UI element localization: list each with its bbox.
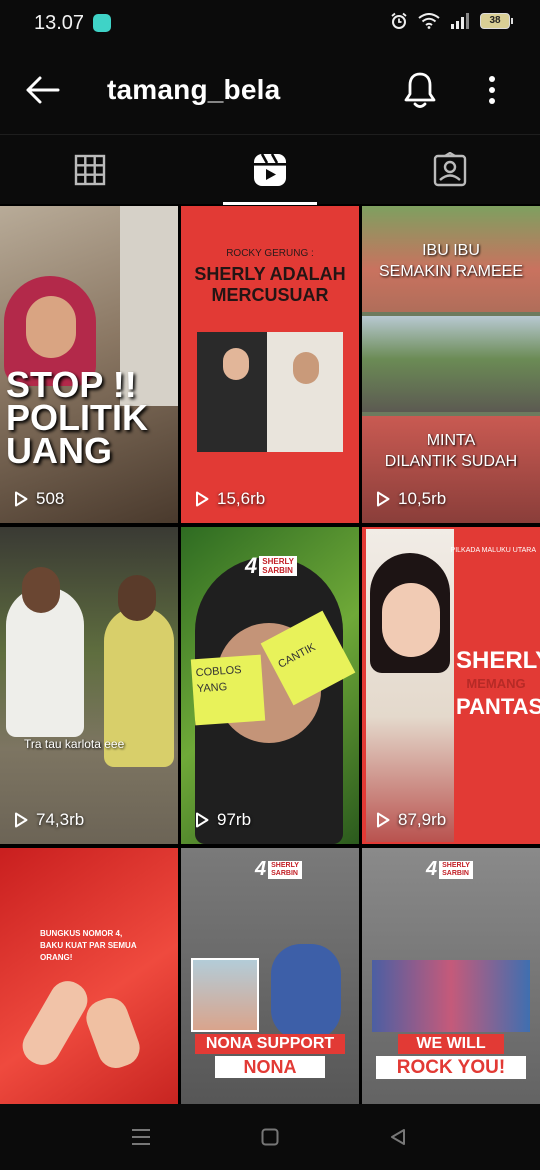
view-count-label: 97rb [217, 810, 252, 829]
headline-line: SHERLY [456, 647, 540, 674]
reel-overlay-text: STOP !! POLITIK UANG [6, 367, 148, 471]
reel-banner: NONA SUPPORT NONA [195, 1034, 345, 1078]
reels-grid: STOP !! POLITIK UANG 508 ROCKY GERUNG : … [0, 206, 540, 1165]
reel-person-face [22, 567, 60, 613]
profile-tabs [0, 134, 540, 205]
headline-line: MERCUSUAR [211, 285, 329, 305]
badge-text: SHERLY SARBIN [268, 860, 302, 879]
headline-line: PANTAS [456, 694, 540, 719]
view-count-label: 508 [36, 489, 65, 508]
tab-posts[interactable] [0, 135, 180, 205]
play-icon [15, 491, 28, 507]
caption-line: MINTA [426, 432, 476, 449]
banner-line: ROCK YOU! [376, 1056, 526, 1079]
reel-hand-figure [16, 974, 94, 1072]
reel-thumbnail[interactable]: Tra tau karlota eee 74,3rb [0, 527, 178, 844]
caption-line: IBU IBU [422, 242, 480, 259]
home-icon[interactable] [261, 1128, 279, 1146]
badge-number: 4 [245, 553, 258, 578]
reel-thumbnail[interactable]: IBU IBU SEMAKIN RAMEEE MINTA DILANTIK SU… [362, 206, 540, 523]
reel-headline: SHERLY ADALAH MERCUSUAR [181, 264, 359, 306]
reel-view-count: 508 [14, 489, 64, 509]
alarm-icon [391, 12, 407, 29]
back-nav-icon[interactable] [389, 1128, 407, 1146]
reel-view-count: 97rb [195, 810, 251, 830]
reel-person-face [293, 352, 319, 384]
play-icon [15, 812, 28, 828]
caption-line: SEMAKIN RAMEEE [378, 263, 524, 280]
badge-number: 4 [255, 858, 267, 880]
reels-icon [254, 153, 286, 186]
headline-line: SHERLY ADALAH [194, 264, 346, 284]
system-navigation-bar [0, 1104, 540, 1170]
headline-line: MEMANG [466, 676, 526, 691]
reel-caption: Tra tau karlota eee [24, 737, 125, 751]
reel-view-count: 74,3rb [14, 810, 84, 830]
reel-caption: BUNGKUS NOMOR 4, BAKU KUAT PAR SEMUA ORA… [40, 929, 137, 962]
reel-thumbnail[interactable]: 4 SHERLY SARBIN COBLOS YANG CANTIK 97rb [181, 527, 359, 844]
reel-thumbnail[interactable]: PILKADA MALUKU UTARA SHERLY MEMANG PANTA… [362, 527, 540, 844]
wifi-icon [418, 13, 440, 29]
reel-view-count: 15,6rb [195, 489, 265, 509]
reel-kicker: PILKADA MALUKU UTARA [450, 547, 536, 554]
reel-photo-insert [372, 960, 530, 1032]
grid-icon [74, 154, 106, 186]
view-count-label: 10,5rb [398, 489, 447, 508]
banner-line: NONA SUPPORT [195, 1034, 345, 1054]
badge-text: SHERLY SARBIN [439, 860, 473, 879]
reel-headline: SHERLY MEMANG PANTAS [456, 647, 540, 721]
reel-photo-middle [362, 316, 540, 412]
view-count-label: 87,9rb [398, 810, 447, 829]
tab-reels[interactable] [180, 135, 360, 205]
overlay-line: UANG [6, 430, 112, 471]
campaign-badge: 4 SHERLY SARBIN [255, 858, 302, 881]
reel-view-count: 10,5rb [376, 489, 446, 509]
battery-icon: 38 [480, 13, 513, 29]
view-count-label: 15,6rb [217, 489, 266, 508]
reel-person-face [223, 348, 249, 380]
profile-username: tamang_bela [107, 74, 281, 105]
status-icons: 38 [390, 12, 513, 30]
status-time: 13.07 [34, 12, 85, 34]
reel-person-face [382, 583, 440, 657]
view-count-label: 74,3rb [36, 810, 85, 829]
play-icon [377, 491, 390, 507]
banner-line: WE WILL [398, 1034, 504, 1054]
play-icon [377, 812, 390, 828]
notification-app-icon [93, 14, 111, 32]
tagged-user-icon [433, 152, 467, 187]
tab-tagged[interactable] [360, 135, 540, 205]
status-bar: 13.07 38 [0, 0, 540, 48]
reel-bottom-caption: MINTA DILANTIK SUDAH [362, 430, 540, 472]
badge-text: SHERLY SARBIN [259, 556, 297, 576]
play-icon [196, 491, 209, 507]
notification-bell-icon[interactable] [402, 70, 438, 110]
reel-view-count: 87,9rb [376, 810, 446, 830]
reel-banner: WE WILL ROCK YOU! [372, 1034, 530, 1079]
reel-kicker: ROCKY GERUNG : [226, 248, 314, 259]
reel-photo [197, 332, 343, 452]
back-arrow-icon[interactable] [22, 70, 62, 110]
reel-thumbnail[interactable]: ROCKY GERUNG : SHERLY ADALAH MERCUSUAR 1… [181, 206, 359, 523]
caption-line: DILANTIK SUDAH [384, 453, 518, 470]
campaign-badge: 4 SHERLY SARBIN [245, 553, 297, 579]
recent-apps-icon[interactable] [131, 1128, 151, 1146]
banner-line: NONA [215, 1056, 325, 1078]
reel-person-face [118, 575, 156, 621]
profile-header: tamang_bela [0, 48, 540, 134]
reel-thumbnail[interactable]: STOP !! POLITIK UANG 508 [0, 206, 178, 523]
reel-person-face [26, 296, 76, 358]
badge-number: 4 [426, 858, 438, 880]
more-options-icon[interactable] [478, 72, 506, 108]
signal-icon [451, 13, 469, 29]
reel-top-caption: IBU IBU SEMAKIN RAMEEE [362, 240, 540, 282]
play-icon [196, 812, 209, 828]
campaign-badge: 4 SHERLY SARBIN [426, 858, 473, 881]
reel-hand-figure [81, 992, 145, 1074]
sticky-note: COBLOS YANG [190, 654, 266, 726]
reel-person-figure [271, 944, 341, 1040]
reel-photo-insert [191, 958, 259, 1032]
